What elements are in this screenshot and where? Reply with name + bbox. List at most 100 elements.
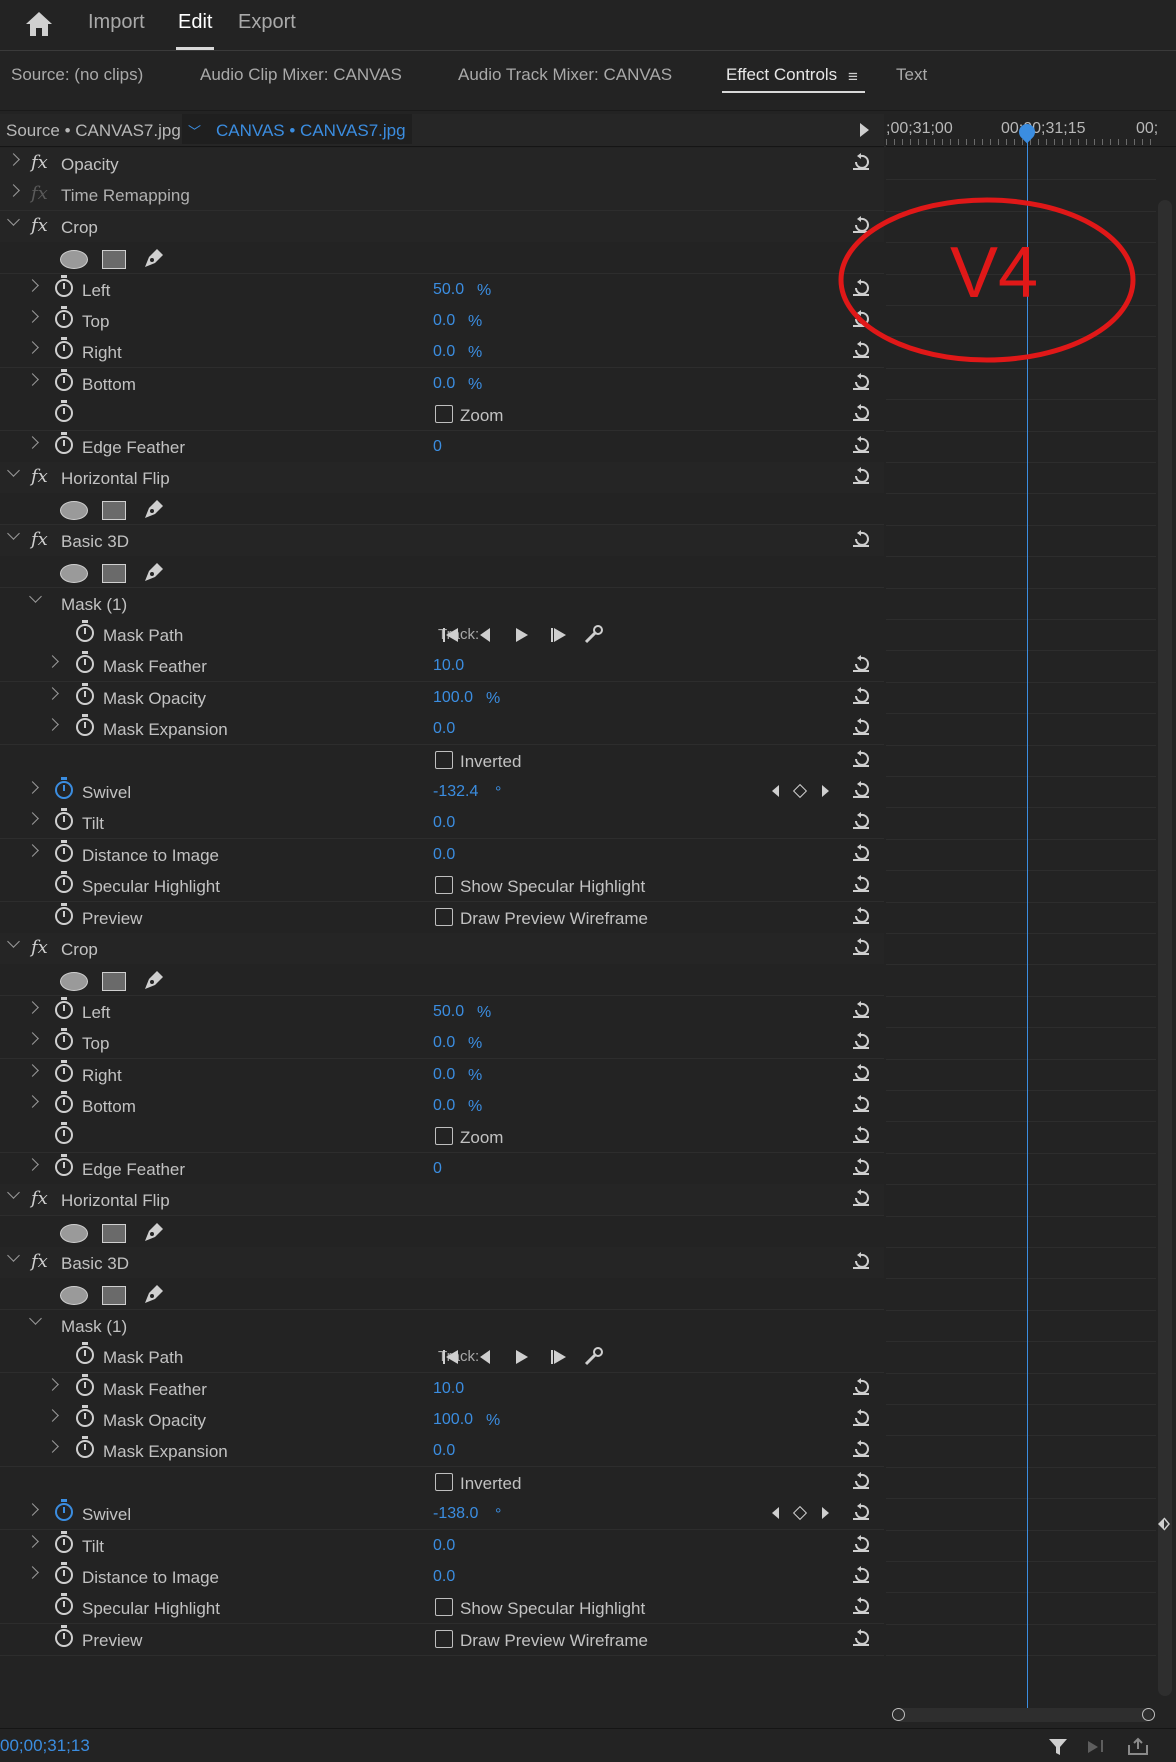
- filter-icon[interactable]: [1048, 1737, 1070, 1757]
- reset-parameter-icon[interactable]: [852, 812, 870, 830]
- workspace-tab-import[interactable]: Import: [88, 11, 145, 34]
- previous-keyframe-icon[interactable]: [772, 785, 779, 797]
- tab-audio-track-mixer[interactable]: Audio Track Mixer: CANVAS: [458, 65, 672, 85]
- parameter-value[interactable]: 0.0: [433, 1097, 455, 1115]
- parameter-value[interactable]: 50.0: [433, 1003, 464, 1021]
- workspace-tab-edit[interactable]: Edit: [175, 11, 215, 50]
- parameter-value[interactable]: 0: [433, 1160, 442, 1178]
- reset-parameter-icon[interactable]: [852, 686, 870, 705]
- reset-parameter-icon[interactable]: [852, 1189, 870, 1207]
- chevron-right-icon[interactable]: [26, 435, 39, 449]
- reset-parameter-icon[interactable]: [852, 529, 870, 548]
- reset-parameter-icon[interactable]: [852, 1471, 870, 1490]
- stopwatch-icon[interactable]: [55, 1028, 73, 1051]
- chevron-right-icon[interactable]: [46, 1440, 59, 1454]
- parameter-value[interactable]: 100.0: [433, 1411, 473, 1429]
- source-clip-tab[interactable]: Source • CANVAS7.jpg: [6, 121, 181, 141]
- stopwatch-icon[interactable]: [55, 1562, 73, 1584]
- play-audio-icon[interactable]: [1086, 1737, 1110, 1757]
- chevron-right-icon[interactable]: [26, 1095, 39, 1108]
- stopwatch-icon[interactable]: [76, 620, 94, 642]
- reset-parameter-icon[interactable]: [852, 1000, 870, 1019]
- parameter-value[interactable]: 0.0: [433, 720, 455, 738]
- stopwatch-icon[interactable]: [55, 839, 73, 862]
- previous-keyframe-icon[interactable]: [772, 1507, 779, 1520]
- chevron-right-icon[interactable]: [46, 1409, 59, 1422]
- reset-parameter-icon[interactable]: [852, 843, 870, 862]
- parameter-value[interactable]: 0.0: [433, 375, 455, 393]
- tab-audio-clip-mixer[interactable]: Audio Clip Mixer: CANVAS: [200, 65, 402, 85]
- chevron-right-icon[interactable]: [26, 341, 39, 355]
- fx-toggle-icon[interactable]: fx: [31, 183, 48, 204]
- mask-track-controls[interactable]: [440, 1347, 610, 1367]
- fx-toggle-icon[interactable]: fx: [31, 1188, 48, 1209]
- stopwatch-icon[interactable]: [55, 337, 73, 360]
- vertical-scrollbar[interactable]: [1158, 200, 1172, 1696]
- reset-parameter-icon[interactable]: [852, 1628, 870, 1647]
- stopwatch-icon[interactable]: [55, 431, 73, 454]
- stopwatch-icon[interactable]: [55, 1624, 73, 1647]
- reset-parameter-icon[interactable]: [852, 906, 870, 925]
- stopwatch-icon[interactable]: [55, 368, 73, 391]
- chevron-right-icon[interactable]: [46, 718, 59, 732]
- parameter-value[interactable]: 50.0: [433, 281, 464, 299]
- rectangle-mask-icon[interactable]: [102, 501, 126, 521]
- chevron-down-icon[interactable]: [29, 589, 42, 603]
- reset-parameter-icon[interactable]: [852, 435, 870, 454]
- parameter-value[interactable]: 10.0: [433, 657, 464, 675]
- add-keyframe-icon[interactable]: [792, 1506, 808, 1521]
- fx-toggle-icon[interactable]: fx: [31, 215, 48, 236]
- ellipse-mask-icon[interactable]: [60, 1223, 88, 1243]
- reset-parameter-icon[interactable]: [852, 1095, 870, 1113]
- parameter-value[interactable]: 0.0: [433, 312, 455, 330]
- chevron-right-icon[interactable]: [46, 655, 59, 669]
- fx-toggle-icon[interactable]: fx: [31, 529, 48, 550]
- ellipse-mask-icon[interactable]: [60, 1286, 88, 1306]
- checkbox[interactable]: [435, 907, 453, 926]
- mask-name[interactable]: Mask (1): [61, 595, 127, 615]
- stopwatch-icon[interactable]: [55, 400, 73, 423]
- tab-effect-controls[interactable]: Effect Controls: [721, 65, 866, 93]
- stopwatch-icon[interactable]: [55, 306, 73, 328]
- chevron-right-icon[interactable]: [26, 1534, 39, 1548]
- reset-parameter-icon[interactable]: [852, 372, 870, 391]
- reset-parameter-icon[interactable]: [852, 781, 870, 799]
- chevron-right-icon[interactable]: [26, 1000, 39, 1014]
- zoom-start-handle[interactable]: [892, 1708, 905, 1721]
- zoom-end-handle[interactable]: [1142, 1708, 1155, 1721]
- parameter-value[interactable]: 0.0: [433, 1442, 455, 1460]
- pen-mask-icon[interactable]: [142, 497, 166, 521]
- chevron-right-icon[interactable]: [26, 843, 39, 857]
- reset-parameter-icon[interactable]: [852, 938, 870, 956]
- reset-parameter-icon[interactable]: [852, 467, 870, 485]
- chevron-down-icon[interactable]: [7, 1186, 20, 1200]
- stopwatch-icon[interactable]: [55, 1059, 73, 1082]
- parameter-value[interactable]: 0.0: [433, 846, 455, 864]
- parameter-value[interactable]: 0.0: [433, 814, 455, 832]
- stopwatch-icon[interactable]: [76, 682, 94, 705]
- ellipse-mask-icon[interactable]: [60, 564, 88, 584]
- reset-parameter-icon[interactable]: [852, 1566, 870, 1584]
- reset-parameter-icon[interactable]: [852, 1032, 870, 1050]
- stopwatch-icon[interactable]: [55, 1499, 73, 1522]
- checkbox[interactable]: [435, 750, 453, 769]
- stopwatch-icon[interactable]: [55, 274, 73, 297]
- chevron-down-icon[interactable]: [7, 526, 20, 540]
- chevron-down-icon[interactable]: [29, 1311, 42, 1325]
- reset-parameter-icon[interactable]: [852, 718, 870, 736]
- chevron-right-icon[interactable]: [26, 1157, 39, 1171]
- parameter-value[interactable]: -138.0: [433, 1505, 478, 1523]
- fx-toggle-icon[interactable]: fx: [31, 466, 48, 487]
- playhead-line[interactable]: [1027, 132, 1028, 1712]
- chevron-right-icon[interactable]: [26, 781, 39, 794]
- reset-parameter-icon[interactable]: [852, 1377, 870, 1396]
- stopwatch-icon[interactable]: [55, 1593, 73, 1616]
- reset-parameter-icon[interactable]: [852, 153, 870, 171]
- stopwatch-icon[interactable]: [76, 1436, 94, 1459]
- stopwatch-icon[interactable]: [55, 1122, 73, 1145]
- parameter-value[interactable]: 100.0: [433, 689, 473, 707]
- ellipse-mask-icon[interactable]: [60, 250, 88, 270]
- rectangle-mask-icon[interactable]: [102, 250, 126, 270]
- home-icon[interactable]: [24, 10, 54, 38]
- parameter-value[interactable]: 0.0: [433, 1034, 455, 1052]
